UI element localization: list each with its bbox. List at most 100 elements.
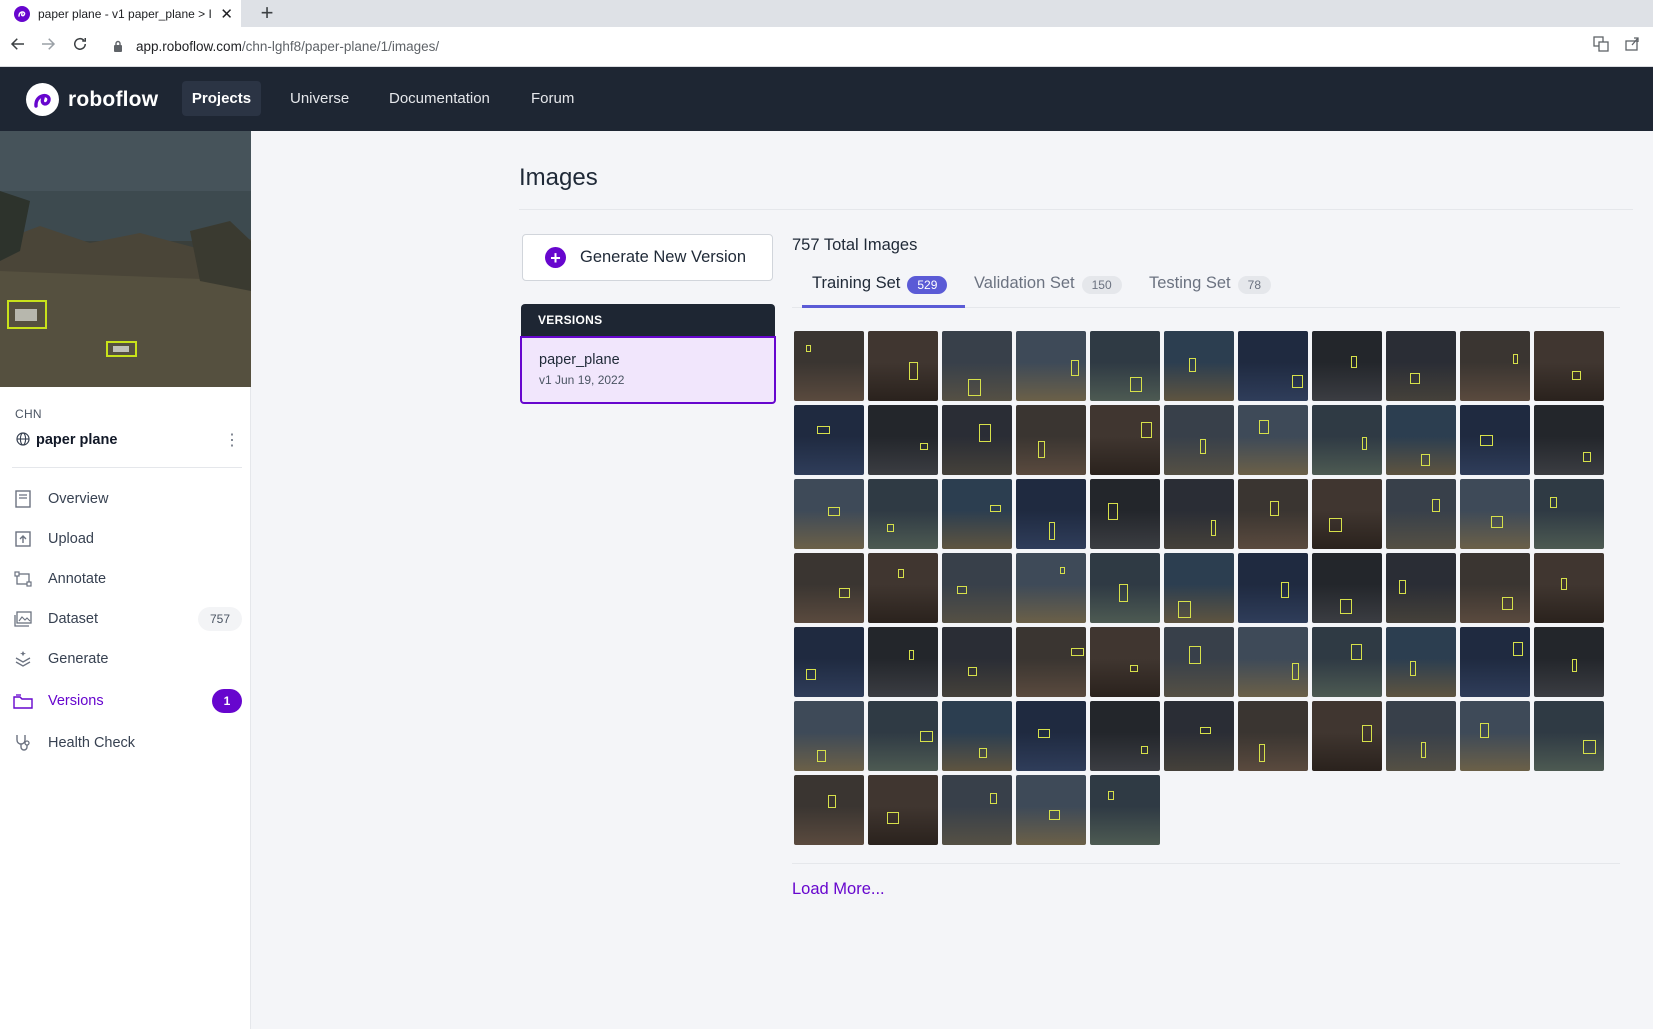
roboflow-logo[interactable]: roboflow xyxy=(26,83,158,116)
image-thumbnail[interactable] xyxy=(1460,479,1530,549)
image-thumbnail[interactable] xyxy=(1164,627,1234,697)
image-thumbnail[interactable] xyxy=(942,331,1012,401)
image-thumbnail[interactable] xyxy=(1238,701,1308,771)
sidebar-item-dataset[interactable]: Dataset 757 xyxy=(12,603,242,635)
image-thumbnail[interactable] xyxy=(868,553,938,623)
image-thumbnail[interactable] xyxy=(1386,405,1456,475)
image-thumbnail[interactable] xyxy=(1460,627,1530,697)
image-thumbnail[interactable] xyxy=(1534,553,1604,623)
image-thumbnail[interactable] xyxy=(1090,331,1160,401)
nav-documentation[interactable]: Documentation xyxy=(389,90,490,107)
image-thumbnail[interactable] xyxy=(942,627,1012,697)
image-thumbnail[interactable] xyxy=(1164,331,1234,401)
image-thumbnail[interactable] xyxy=(1164,405,1234,475)
project-selector[interactable]: paper plane ⋮ xyxy=(16,429,240,451)
version-card[interactable]: paper_plane v1 Jun 19, 2022 xyxy=(520,336,776,404)
image-thumbnail[interactable] xyxy=(868,701,938,771)
image-thumbnail[interactable] xyxy=(1460,331,1530,401)
tab-training-set[interactable]: Training Set 529 xyxy=(812,274,948,308)
image-thumbnail[interactable] xyxy=(942,405,1012,475)
image-thumbnail[interactable] xyxy=(942,553,1012,623)
image-thumbnail[interactable] xyxy=(794,627,864,697)
image-thumbnail[interactable] xyxy=(1090,405,1160,475)
sidebar-item-health-check[interactable]: Health Check xyxy=(12,727,242,759)
image-thumbnail[interactable] xyxy=(1164,553,1234,623)
image-thumbnail[interactable] xyxy=(868,775,938,845)
image-thumbnail[interactable] xyxy=(1016,553,1086,623)
image-thumbnail[interactable] xyxy=(1016,627,1086,697)
image-thumbnail[interactable] xyxy=(1090,775,1160,845)
address-bar-url[interactable]: app.roboflow.com/chn-lghf8/paper-plane/1… xyxy=(136,39,439,54)
image-thumbnail[interactable] xyxy=(1534,627,1604,697)
image-thumbnail[interactable] xyxy=(868,627,938,697)
image-thumbnail[interactable] xyxy=(1460,553,1530,623)
close-tab-icon[interactable]: ✕ xyxy=(220,5,233,23)
image-thumbnail[interactable] xyxy=(1238,331,1308,401)
image-thumbnail[interactable] xyxy=(1386,479,1456,549)
generate-new-version-button[interactable]: + Generate New Version xyxy=(522,234,773,281)
browser-tab[interactable]: paper plane - v1 paper_plane > I ✕ xyxy=(0,0,241,27)
image-thumbnail[interactable] xyxy=(1238,553,1308,623)
image-thumbnail[interactable] xyxy=(1312,331,1382,401)
sidebar-item-upload[interactable]: Upload xyxy=(12,523,242,555)
image-thumbnail[interactable] xyxy=(1016,405,1086,475)
nav-projects[interactable]: Projects xyxy=(182,81,261,116)
image-thumbnail[interactable] xyxy=(794,553,864,623)
load-more-link[interactable]: Load More... xyxy=(792,880,885,899)
image-thumbnail[interactable] xyxy=(1238,405,1308,475)
image-thumbnail[interactable] xyxy=(1386,553,1456,623)
image-thumbnail[interactable] xyxy=(1534,331,1604,401)
image-thumbnail[interactable] xyxy=(1312,479,1382,549)
image-thumbnail[interactable] xyxy=(1534,479,1604,549)
image-thumbnail[interactable] xyxy=(1090,553,1160,623)
image-thumbnail[interactable] xyxy=(1386,701,1456,771)
image-thumbnail[interactable] xyxy=(1312,627,1382,697)
image-thumbnail[interactable] xyxy=(942,479,1012,549)
tab-testing-set[interactable]: Testing Set 78 xyxy=(1149,274,1271,308)
image-thumbnail[interactable] xyxy=(794,331,864,401)
sidebar-item-overview[interactable]: Overview xyxy=(12,483,242,515)
image-thumbnail[interactable] xyxy=(1460,701,1530,771)
nav-universe[interactable]: Universe xyxy=(290,90,349,107)
image-thumbnail[interactable] xyxy=(942,701,1012,771)
more-vertical-icon[interactable]: ⋮ xyxy=(224,430,240,450)
image-thumbnail[interactable] xyxy=(1016,775,1086,845)
back-icon[interactable] xyxy=(6,35,30,59)
tab-validation-set[interactable]: Validation Set 150 xyxy=(974,274,1122,308)
image-thumbnail[interactable] xyxy=(794,775,864,845)
image-thumbnail[interactable] xyxy=(1460,405,1530,475)
image-thumbnail[interactable] xyxy=(1090,627,1160,697)
image-thumbnail[interactable] xyxy=(1238,479,1308,549)
sidebar-item-versions[interactable]: Versions 1 xyxy=(12,685,242,717)
image-thumbnail[interactable] xyxy=(1238,627,1308,697)
image-thumbnail[interactable] xyxy=(1534,701,1604,771)
sidebar-item-generate[interactable]: Generate xyxy=(12,643,242,675)
image-thumbnail[interactable] xyxy=(868,405,938,475)
image-thumbnail[interactable] xyxy=(868,479,938,549)
share-icon[interactable] xyxy=(1621,36,1643,58)
image-thumbnail[interactable] xyxy=(1312,701,1382,771)
image-thumbnail[interactable] xyxy=(1016,701,1086,771)
image-thumbnail[interactable] xyxy=(1386,627,1456,697)
image-thumbnail[interactable] xyxy=(1164,701,1234,771)
translate-icon[interactable] xyxy=(1590,36,1612,58)
image-thumbnail[interactable] xyxy=(1312,553,1382,623)
sidebar-item-annotate[interactable]: Annotate xyxy=(12,563,242,595)
image-thumbnail[interactable] xyxy=(1164,479,1234,549)
image-thumbnail[interactable] xyxy=(1090,479,1160,549)
image-thumbnail[interactable] xyxy=(1090,701,1160,771)
image-thumbnail[interactable] xyxy=(794,405,864,475)
image-thumbnail[interactable] xyxy=(942,775,1012,845)
image-thumbnail[interactable] xyxy=(1016,479,1086,549)
forward-icon[interactable] xyxy=(36,35,60,59)
image-thumbnail[interactable] xyxy=(1312,405,1382,475)
image-thumbnail[interactable] xyxy=(868,331,938,401)
image-thumbnail[interactable] xyxy=(794,479,864,549)
new-tab-icon[interactable]: + xyxy=(256,2,278,24)
image-thumbnail[interactable] xyxy=(1016,331,1086,401)
nav-forum[interactable]: Forum xyxy=(531,90,574,107)
image-thumbnail[interactable] xyxy=(1534,405,1604,475)
image-thumbnail[interactable] xyxy=(1386,331,1456,401)
reload-icon[interactable] xyxy=(68,35,92,59)
image-thumbnail[interactable] xyxy=(794,701,864,771)
